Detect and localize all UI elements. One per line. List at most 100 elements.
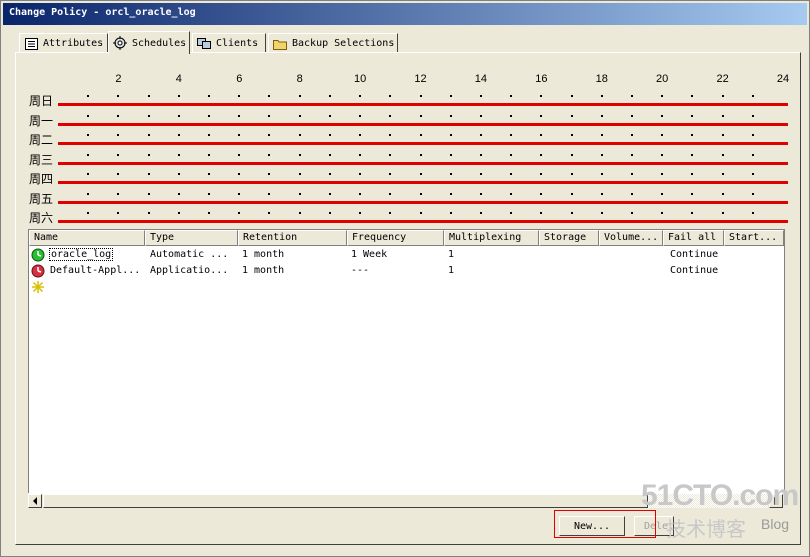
grid-dot [540,134,543,136]
grid-dot [177,212,180,214]
grid-dot [691,153,694,156]
grid-dot [389,114,392,117]
highlight-box [554,510,656,538]
day-label: 周四 [29,172,54,186]
schedule-window-bar[interactable] [58,200,788,204]
grid-dot [87,173,90,175]
grid-dot [147,192,150,195]
title-bar[interactable]: Change Policy - orcl_oracle_log [3,3,807,25]
hour-label: 8 [296,73,303,85]
tab-backup-selections[interactable]: Backup Selections [268,33,398,53]
schedule-window-bar[interactable] [58,161,788,165]
policy-window: Change Policy - orcl_oracle_log Attribut… [0,0,810,557]
grid-dot [600,173,603,175]
grid-dot [721,173,724,175]
grid-dot [570,114,573,117]
list-icon [24,37,38,51]
col-fail-all[interactable]: Fail all [663,230,724,246]
grid-dot [661,153,664,156]
schedule-window-bar[interactable] [58,122,788,126]
grid-dot [117,153,120,156]
hour-label: 16 [535,73,548,85]
grid-dot [479,173,482,175]
grid-dot [238,134,241,136]
tab-backup-selections-label: Backup Selections [292,38,395,49]
tab-schedules[interactable]: Schedules [108,31,190,54]
grid-dot [298,114,301,117]
grid-dot [419,212,422,214]
grid-dot [540,153,543,156]
grid-dot [600,212,603,214]
schedule-window-bar[interactable] [58,103,788,106]
scroll-left-button[interactable] [28,494,42,508]
schedule-red-icon [31,264,45,278]
cell-type: Automatic ... [150,249,229,260]
tab-attributes[interactable]: Attributes [19,33,108,53]
grid-dot [359,192,362,195]
col-retention[interactable]: Retention [238,230,347,246]
grid-dot [117,114,120,117]
grid-dot [570,173,573,175]
day-label: 周五 [29,191,54,206]
computers-icon [197,37,211,51]
grid-dot [117,192,120,195]
grid-dot [630,114,633,117]
schedule-window-bar[interactable] [58,181,788,184]
grid-dot [449,212,452,214]
grid-dot [328,153,331,156]
grid-dot [570,153,573,156]
table-row[interactable]: Default-Appl... Applicatio... 1 month --… [29,263,784,279]
hour-label: 14 [474,73,488,85]
col-start[interactable]: Start... [724,230,784,246]
grid-dot [359,95,362,97]
grid-dot [691,134,694,136]
grid-dot [479,134,482,136]
hour-label: 6 [236,73,243,85]
schedule-window-bar[interactable] [58,142,788,145]
tab-clients[interactable]: Clients [192,33,266,53]
col-name[interactable]: Name [29,230,145,246]
grid-dot [419,114,422,117]
schedule-list[interactable]: Name Type Retention Frequency Multiplexi… [28,229,785,507]
grid-dot [419,192,422,195]
day-label: 周一 [29,113,54,128]
cell-name: Default-Appl... [50,265,141,276]
grid-dot [630,134,633,136]
watermark-blog: Blog [761,516,790,532]
scroll-thumb[interactable] [43,494,648,508]
grid-dot [208,134,211,136]
grid-dot [600,114,603,117]
grid-dot [389,212,392,214]
col-multiplexing[interactable]: Multiplexing [444,230,539,246]
grid-dot [691,114,694,117]
grid-dot [449,114,452,117]
grid-dot [147,212,150,214]
grid-dot [570,212,573,214]
col-frequency[interactable]: Frequency [347,230,444,246]
col-storage[interactable]: Storage [539,230,599,246]
window-title: Change Policy - orcl_oracle_log [9,7,196,18]
schedule-window-bar[interactable] [58,220,788,223]
grid-dot [87,114,90,117]
col-type[interactable]: Type [145,230,238,246]
grid-dot [147,173,150,175]
table-row[interactable]: oracle_log Automatic ... 1 month 1 Week … [29,247,784,263]
grid-dot [359,212,362,214]
grid-dot [208,114,211,117]
hour-label: 22 [716,73,729,85]
grid-dot [721,114,724,117]
grid-dot [268,192,271,195]
col-volume[interactable]: Volume... [599,230,663,246]
day-label: 周三 [29,152,54,167]
new-schedule-row[interactable] [29,279,784,295]
cell-fail-all: Continue [670,249,719,260]
grid-dot [479,212,482,214]
grid-dot [359,173,362,175]
tab-schedules-label: Schedules [132,37,187,49]
grid-dot [268,114,271,117]
grid-dot [328,212,331,214]
grid-dot [510,173,513,175]
schedule-grid[interactable]: 2 4 6 8 10 12 14 16 18 20 22 24 周日 周一 周二 周三 周四 周五 周六 [26,73,789,228]
grid-dot [751,134,754,136]
grid-dot [359,114,362,117]
